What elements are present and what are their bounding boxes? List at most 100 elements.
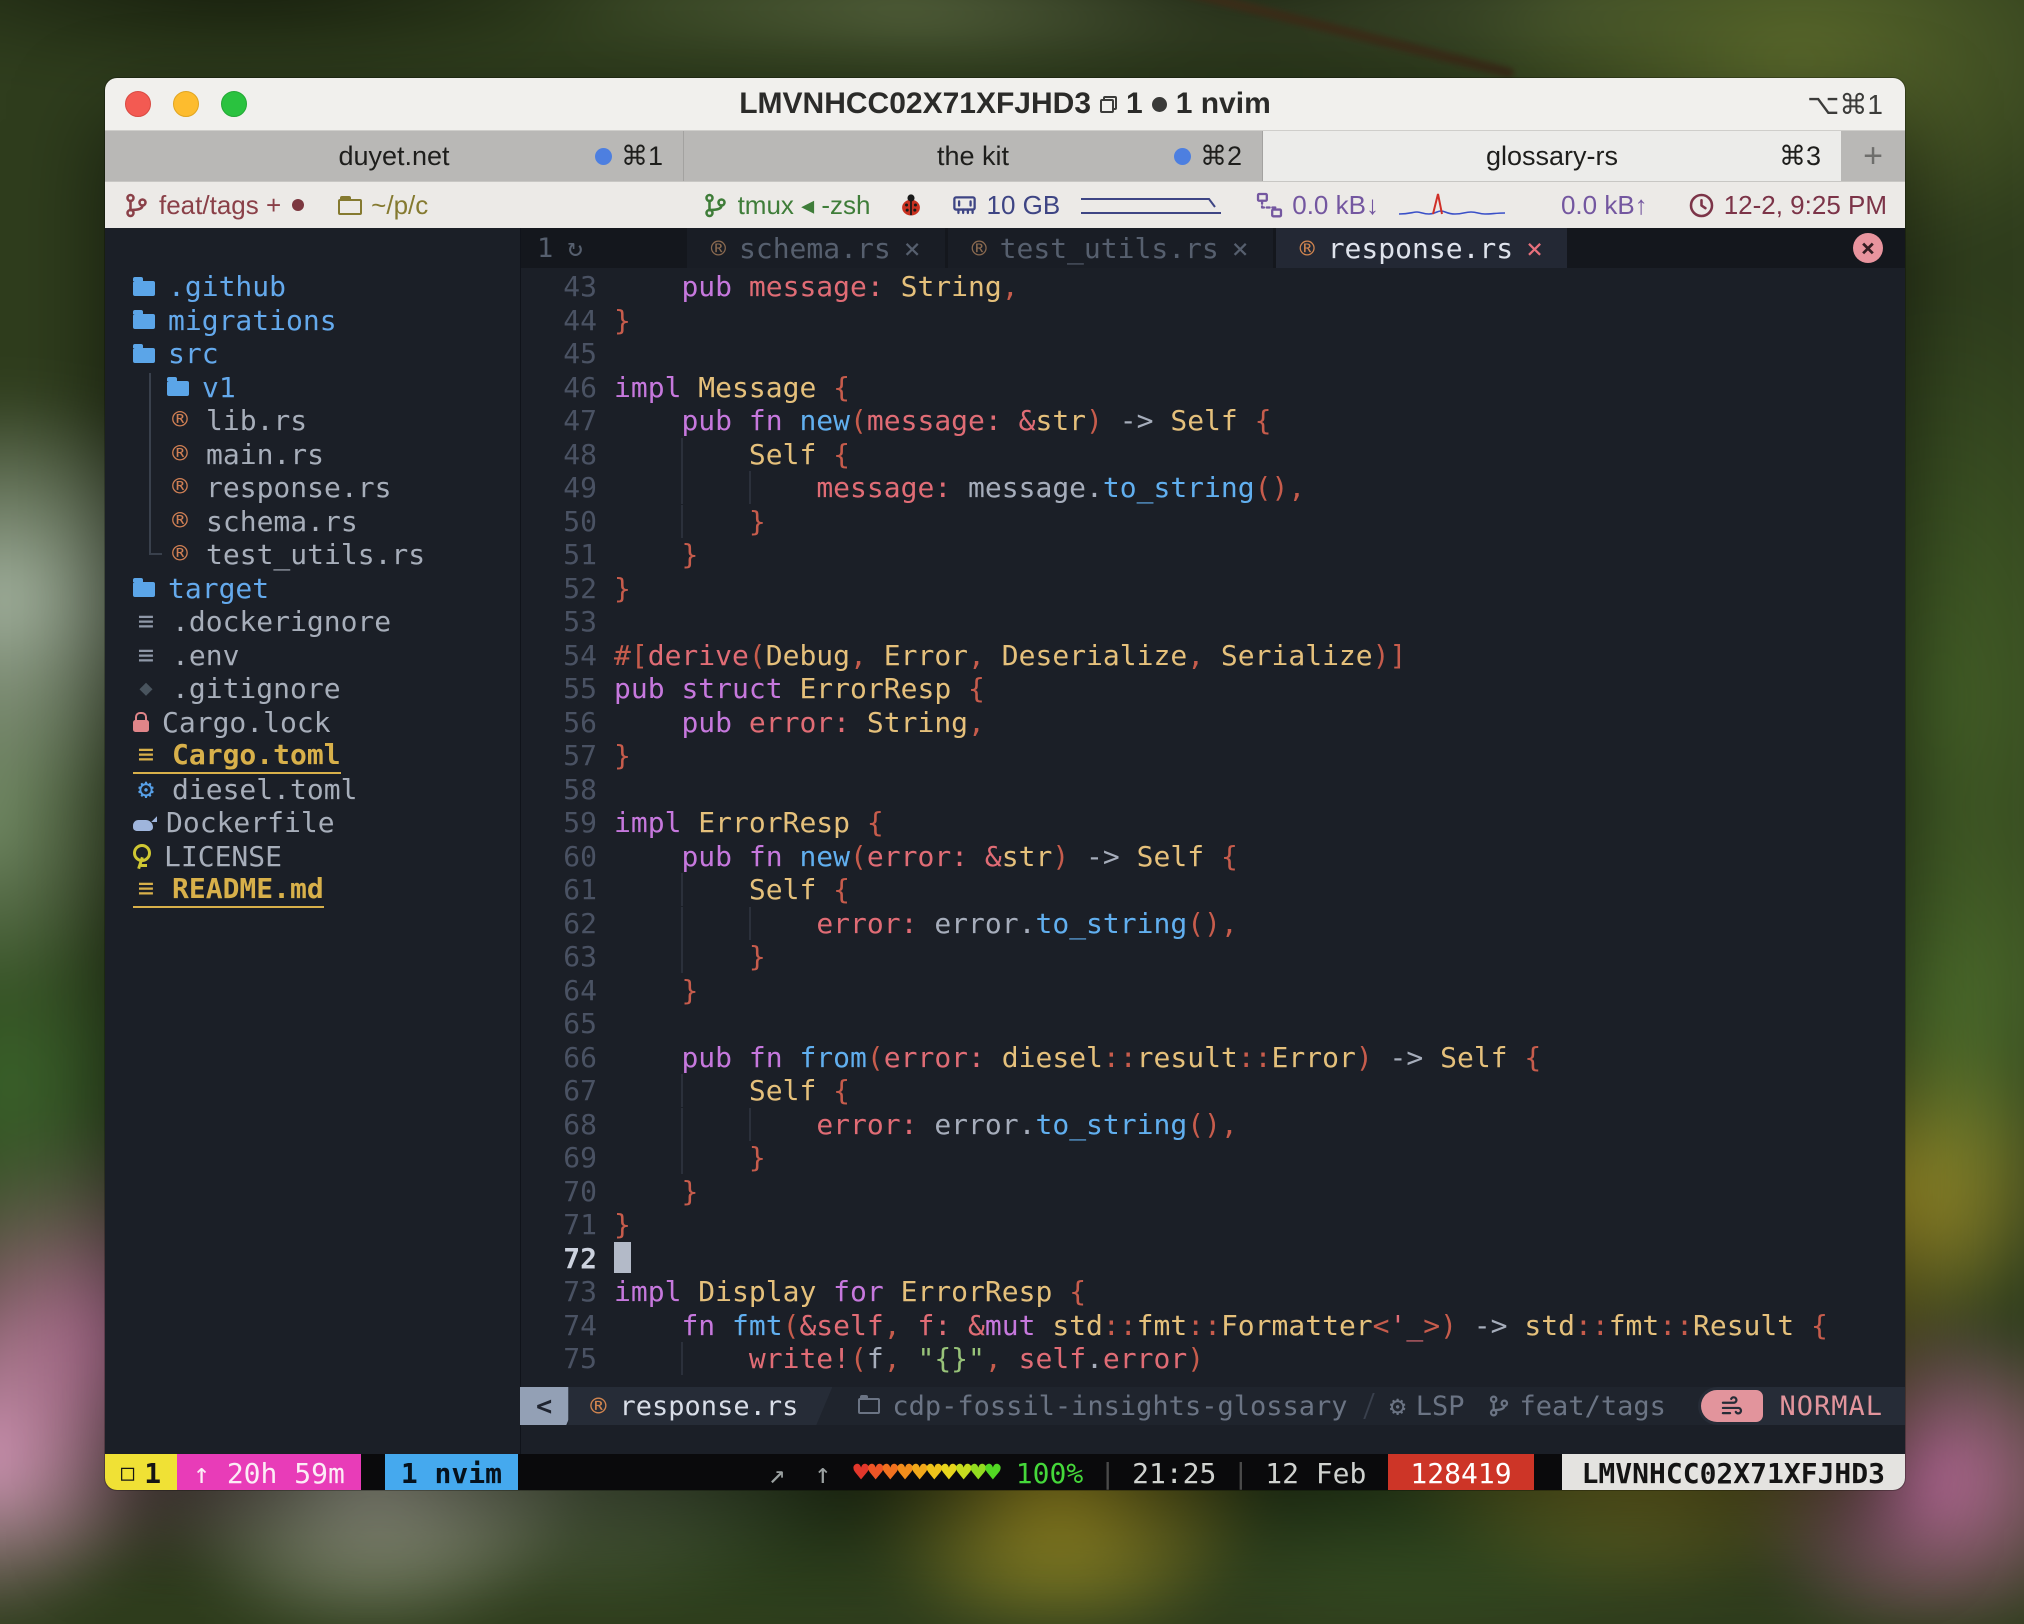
- lines-icon: ≡: [133, 639, 159, 673]
- tree-item-label: lib.rs: [206, 404, 307, 438]
- line-number: 43: [521, 270, 597, 304]
- rust-icon: ®: [167, 471, 193, 505]
- tree-item-label: .gitignore: [172, 672, 341, 706]
- iterm-status-bar: feat/tags + ~/p/c tmux ◂ -zsh 10 GB 0.0 …: [105, 181, 1905, 228]
- code-line: 58: [521, 773, 1905, 807]
- buffer-tab-label: schema.rs: [739, 232, 891, 265]
- tab-glossary-rs[interactable]: glossary-rs ⌘3: [1263, 131, 1841, 181]
- code-line: 67 Self {: [521, 1074, 1905, 1108]
- window-shortcut: ⌥⌘1: [1807, 88, 1883, 121]
- close-buffer-icon[interactable]: ×: [904, 232, 921, 265]
- tree-item-response.rs[interactable]: ®response.rs: [105, 471, 520, 505]
- statusline-mode: NORMAL: [1698, 1387, 1905, 1425]
- code-line: 46impl Message {: [521, 371, 1905, 405]
- new-tab-button[interactable]: +: [1841, 131, 1905, 181]
- code-line: 73impl Display for ErrorResp {: [521, 1275, 1905, 1309]
- rust-icon: ®: [590, 1391, 606, 1422]
- line-number: 69: [521, 1141, 597, 1175]
- tab-duyet-net[interactable]: duyet.net ⌘1: [105, 131, 684, 181]
- lines-y-icon: ≡: [133, 738, 159, 772]
- tab-shortcut: ⌘2: [1200, 141, 1242, 172]
- tree-item-v1[interactable]: v1: [105, 371, 520, 405]
- code-line: 51 }: [521, 538, 1905, 572]
- tree-item-main.rs[interactable]: ® main.rs: [105, 438, 520, 472]
- process-tree-icon: [702, 192, 729, 219]
- file-tree[interactable]: .githubmigrationssrcv1®lib.rs®main.rs®re…: [105, 228, 520, 1454]
- tree-item-.env[interactable]: ≡.env: [105, 639, 520, 673]
- tmux-window-index[interactable]: □ 1: [105, 1454, 177, 1490]
- tmux-status-bar: □ 1 ↑ 20h 59m 1 nvim ↗ ↑ ♥♥♥♥♥♥♥♥♥♥ 100%…: [105, 1454, 1905, 1490]
- window-title: LMVNHCC02X71XFJHD3 1 1 nvim: [105, 87, 1905, 121]
- statusline-branch: feat/tags: [1487, 1391, 1666, 1422]
- git-icon: ◆: [133, 672, 159, 706]
- tree-item-label: main.rs: [206, 438, 324, 472]
- code-line: 65: [521, 1007, 1905, 1041]
- tree-item-src[interactable]: src: [105, 337, 520, 371]
- tree-item-.github[interactable]: .github: [105, 270, 520, 304]
- tree-item-schema.rs[interactable]: ®schema.rs: [105, 505, 520, 539]
- code-line: 74 fn fmt(&self, f: &mut std::fmt::Forma…: [521, 1309, 1905, 1343]
- rust-icon: ®: [167, 438, 193, 472]
- line-number: 75: [521, 1342, 597, 1376]
- buffer-tab-response.rs[interactable]: ®response.rs×: [1276, 228, 1567, 268]
- code-line: 53: [521, 605, 1905, 639]
- tmux-session[interactable]: 1 nvim: [385, 1454, 518, 1490]
- tab-the-kit[interactable]: the kit ⌘2: [684, 131, 1263, 181]
- line-number: 63: [521, 940, 597, 974]
- editor-pane[interactable]: 1 ↻ ®schema.rs×®test_utils.rs×®response.…: [520, 228, 1905, 1454]
- rust-icon: ®: [711, 234, 726, 263]
- tree-item-README.md[interactable]: ≡README.md: [105, 873, 520, 907]
- separator: |: [1099, 1457, 1116, 1490]
- tab-shortcut: ⌘1: [621, 141, 663, 172]
- line-number: 66: [521, 1041, 597, 1075]
- close-buffer-icon[interactable]: ×: [1232, 232, 1249, 265]
- tree-item-Cargo.toml[interactable]: ≡Cargo.toml: [105, 739, 520, 773]
- rust-icon: ®: [167, 505, 193, 539]
- code-line: 50 }: [521, 505, 1905, 539]
- tree-item-target[interactable]: target: [105, 572, 520, 606]
- code-line: 64 }: [521, 974, 1905, 1008]
- heart-icon: ♥: [927, 1458, 942, 1488]
- refresh-icon: ↻: [567, 233, 583, 263]
- tree-item-.dockerignore[interactable]: ≡.dockerignore: [105, 605, 520, 639]
- tree-item-label: Cargo.lock: [162, 706, 331, 740]
- tree-item-lib.rs[interactable]: ®lib.rs: [105, 404, 520, 438]
- nvim-terminal[interactable]: .githubmigrationssrcv1®lib.rs®main.rs®re…: [105, 228, 1905, 1490]
- tree-item-diesel.toml[interactable]: ⚙diesel.toml: [105, 773, 520, 807]
- close-buffer-icon[interactable]: ×: [1526, 232, 1543, 265]
- tree-item-label: migrations: [168, 304, 337, 338]
- key-icon: [133, 844, 151, 862]
- code-lines[interactable]: 43 pub message: String,44}4546impl Messa…: [521, 270, 1905, 1376]
- tree-item-label: v1: [202, 371, 236, 405]
- tree-item-LICENSE[interactable]: LICENSE: [105, 840, 520, 874]
- wind-icon: [1701, 1390, 1763, 1422]
- square-icon: □: [121, 1461, 134, 1486]
- heart-icon: ♥: [868, 1458, 883, 1488]
- tree-item-migrations[interactable]: migrations: [105, 304, 520, 338]
- session-label: 1 nvim: [1176, 87, 1271, 121]
- line-number: 57: [521, 739, 597, 773]
- tree-item-.gitignore[interactable]: ◆ .gitignore: [105, 672, 520, 706]
- heart-icon: ♥: [912, 1458, 927, 1488]
- tree-item-label: Dockerfile: [166, 806, 335, 840]
- close-all-icon[interactable]: ×: [1853, 233, 1883, 263]
- titlebar[interactable]: LMVNHCC02X71XFJHD3 1 1 nvim ⌥⌘1: [105, 78, 1905, 131]
- nvim-statusline: < ® response.rs cdp-fossil-insights-glos…: [520, 1387, 1905, 1425]
- working-directory: ~/p/c: [338, 190, 428, 221]
- line-number: 73: [521, 1275, 597, 1309]
- buffer-tab-schema.rs[interactable]: ® schema.rs ×: [687, 228, 945, 268]
- gear-icon: ⚙: [133, 773, 159, 807]
- tree-item-Cargo.lock[interactable]: Cargo.lock: [105, 706, 520, 740]
- tree-item-test_utils.rs[interactable]: ®test_utils.rs: [105, 538, 520, 572]
- rust-icon: ®: [972, 234, 987, 263]
- tree-item-label: README.md: [172, 872, 324, 906]
- code-line: 70 }: [521, 1175, 1905, 1209]
- tree-item-label: target: [168, 572, 269, 606]
- tree-indent-guide: [149, 373, 151, 555]
- session-dot-icon: [1152, 97, 1167, 112]
- clock-status: 12-2, 9:25 PM: [1688, 190, 1887, 221]
- mode-label: NORMAL: [1779, 1391, 1883, 1422]
- activity-arrows: ↗ ↑: [769, 1457, 838, 1490]
- buffer-tab-test_utils.rs[interactable]: ®test_utils.rs×: [948, 228, 1273, 268]
- tree-item-Dockerfile[interactable]: Dockerfile: [105, 806, 520, 840]
